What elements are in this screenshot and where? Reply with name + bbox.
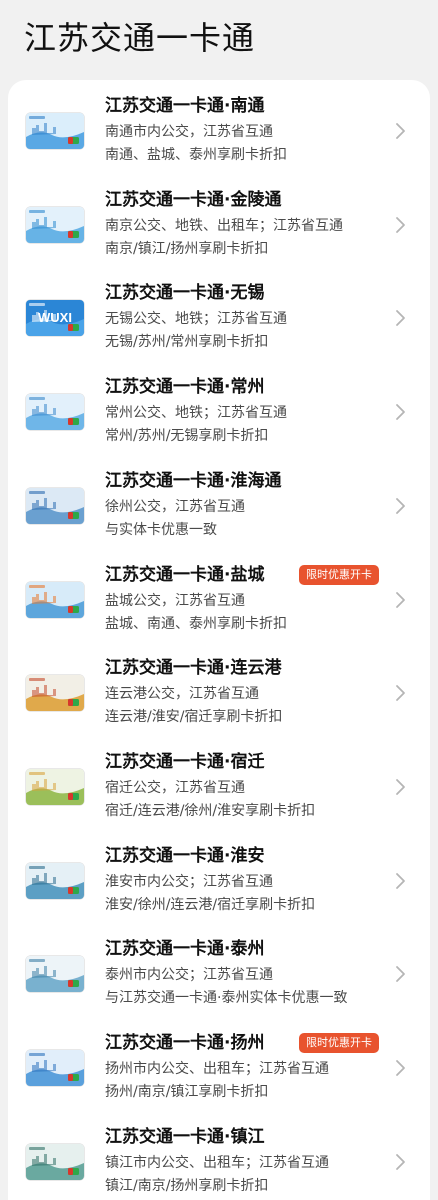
chevron-right-icon[interactable] xyxy=(394,871,408,891)
card-description: 宿迁公交，江苏省互通 xyxy=(105,779,245,796)
card-title: 江苏交通一卡通·镇江 xyxy=(105,1126,265,1147)
card-title: 江苏交通一卡通·无锡 xyxy=(105,283,265,304)
card-description: 南京公交、地铁、出租车；江苏省互通 xyxy=(105,217,343,234)
chevron-right-icon[interactable] xyxy=(394,590,408,610)
chevron-right-icon[interactable] xyxy=(394,215,408,235)
chevron-right-icon[interactable] xyxy=(394,964,408,984)
promo-badge: 限时优惠开卡 xyxy=(299,1033,379,1053)
wuxi-card-icon: WUXI xyxy=(26,300,84,337)
card-description: 无锡公交、地铁；江苏省互通 xyxy=(105,311,287,328)
card-title: 江苏交通一卡通·淮海通 xyxy=(105,470,282,491)
chevron-right-icon[interactable] xyxy=(394,777,408,797)
card-title: 江苏交通一卡通·盐城 xyxy=(105,564,265,585)
card-description: 连云港公交，江苏省互通 xyxy=(105,686,259,703)
card-description: 镇江市内公交、出租车；江苏省互通 xyxy=(105,1154,329,1171)
card-list-item[interactable]: 江苏交通一卡通·泰州泰州市内公交；江苏省互通与江苏交通一卡通·泰州实体卡优惠一致 xyxy=(8,937,430,1029)
card-discount-note: 扬州/南京/镇江享刷卡折扣 xyxy=(105,1084,269,1100)
card-title: 江苏交通一卡通·金陵通 xyxy=(105,189,282,210)
card-title: 江苏交通一卡通·连云港 xyxy=(105,658,282,679)
card-list-item[interactable]: 江苏交通一卡通·常州常州公交、地铁；江苏省互通 常州/苏州/无锡享刷卡折扣 xyxy=(8,375,430,467)
huaian-card-icon xyxy=(26,862,84,899)
card-title: 江苏交通一卡通·宿迁 xyxy=(105,751,265,772)
card-list-item[interactable]: 江苏交通一卡通·淮安淮安市内公交；江苏省互通淮安/徐州/连云港/宿迁享刷卡折扣 xyxy=(8,844,430,936)
chevron-right-icon[interactable] xyxy=(394,496,408,516)
suqian-card-icon xyxy=(26,768,84,805)
card-discount-note: 镇江/南京/扬州享刷卡折扣 xyxy=(105,1177,269,1194)
yancheng-card-icon xyxy=(26,581,84,618)
chevron-right-icon[interactable] xyxy=(394,1058,408,1078)
card-list-item[interactable]: 江苏交通一卡通·镇江镇江市内公交、出租车；江苏省互通 镇江/南京/扬州享刷卡折扣 xyxy=(8,1125,430,1200)
card-discount-note: 淮安/徐州/连云港/宿迁享刷卡折扣 xyxy=(105,896,316,913)
card-list-item[interactable]: 江苏交通一卡通·宿迁宿迁公交，江苏省互通宿迁/连云港/徐州/淮安享刷卡折扣 xyxy=(8,750,430,842)
card-list-item[interactable]: 江苏交通一卡通·盐城 限时优惠开卡盐城公交，江苏省互通盐城、南通、泰州享刷卡折扣 xyxy=(8,563,430,655)
card-discount-note: 连云港/淮安/宿迁享刷卡折扣 xyxy=(105,709,283,726)
nantong-card-icon xyxy=(26,113,84,149)
card-list-item[interactable]: 江苏交通一卡通·连云港连云港公交，江苏省互通连云港/淮安/宿迁享刷卡折扣 xyxy=(8,656,430,748)
chevron-right-icon[interactable] xyxy=(394,402,408,422)
card-description: 淮安市内公交；江苏省互通 xyxy=(105,873,273,890)
card-title: 江苏交通一卡通·泰州 xyxy=(105,939,265,960)
card-title: 江苏交通一卡通·淮安 xyxy=(105,845,265,866)
chevron-right-icon[interactable] xyxy=(394,121,408,141)
card-discount-note: 与实体卡优惠一致 xyxy=(105,521,217,538)
card-list-item[interactable]: 江苏交通一卡通·扬州 限时优惠开卡扬州市内公交、出租车；江苏省互通 扬州/南京/镇江… xyxy=(8,1031,430,1123)
card-description: 南通市内公交，江苏省互通 xyxy=(105,124,273,140)
taizhou-card-icon xyxy=(26,956,84,993)
card-title: 江苏交通一卡通·常州 xyxy=(105,377,265,398)
card-discount-note: 常州/苏州/无锡享刷卡折扣 xyxy=(105,428,269,445)
card-discount-note: 无锡/苏州/常州享刷卡折扣 xyxy=(105,334,269,351)
card-list-item[interactable]: 江苏交通一卡通·南通南通市内公交，江苏省互通 南通、盐城、泰州享刷卡折扣 xyxy=(8,94,430,186)
card-list-item[interactable]: 江苏交通一卡通·淮海通徐州公交，江苏省互通 与实体卡优惠一致 xyxy=(8,469,430,561)
changzhou-card-icon xyxy=(26,394,84,431)
promo-badge: 限时优惠开卡 xyxy=(299,564,379,585)
jinlingtong-card-icon xyxy=(26,206,84,243)
card-list-item[interactable]: 江苏交通一卡通·金陵通南京公交、地铁、出租车；江苏省互通 南京/镇江/扬州享刷卡折… xyxy=(8,188,430,280)
card-discount-note: 南通、盐城、泰州享刷卡折扣 xyxy=(105,147,287,163)
card-list-page: 江苏交通一卡通 江苏交通一卡通·南通南通市内公交，江苏省互通 南通、盐城、泰州享刷… xyxy=(0,0,438,1200)
card-description: 常州公交、地铁；江苏省互通 xyxy=(105,405,287,422)
chevron-right-icon[interactable] xyxy=(394,308,408,328)
card-discount-note: 盐城、南通、泰州享刷卡折扣 xyxy=(105,615,287,632)
card-description: 扬州市内公交、出租车；江苏省互通 xyxy=(105,1061,329,1077)
huaihaitong-card-icon xyxy=(26,487,84,524)
zhenjiang-card-icon xyxy=(26,1143,84,1180)
lianyungang-card-icon xyxy=(26,675,84,712)
card-discount-note: 宿迁/连云港/徐州/淮安享刷卡折扣 xyxy=(105,802,316,819)
page-title: 江苏交通一卡通 xyxy=(24,19,256,57)
card-discount-note: 与江苏交通一卡通·泰州实体卡优惠一致 xyxy=(105,990,348,1007)
chevron-right-icon[interactable] xyxy=(394,1152,408,1172)
card-list-item[interactable]: WUXI 江苏交通一卡通·无锡无锡公交、地铁；江苏省互通 无锡/苏州/常州享刷卡折扣 xyxy=(8,281,430,373)
card-description: 泰州市内公交；江苏省互通 xyxy=(105,967,273,984)
card-title: 江苏交通一卡通·南通 xyxy=(105,96,265,116)
card-description: 徐州公交，江苏省互通 xyxy=(105,498,245,515)
yangzhou-card-icon xyxy=(26,1050,84,1086)
card-text: WUXI xyxy=(38,310,72,325)
card-title: 江苏交通一卡通·扬州 xyxy=(105,1033,265,1053)
chevron-right-icon[interactable] xyxy=(394,683,408,703)
card-discount-note: 南京/镇江/扬州享刷卡折扣 xyxy=(105,240,269,257)
card-description: 盐城公交，江苏省互通 xyxy=(105,592,245,609)
